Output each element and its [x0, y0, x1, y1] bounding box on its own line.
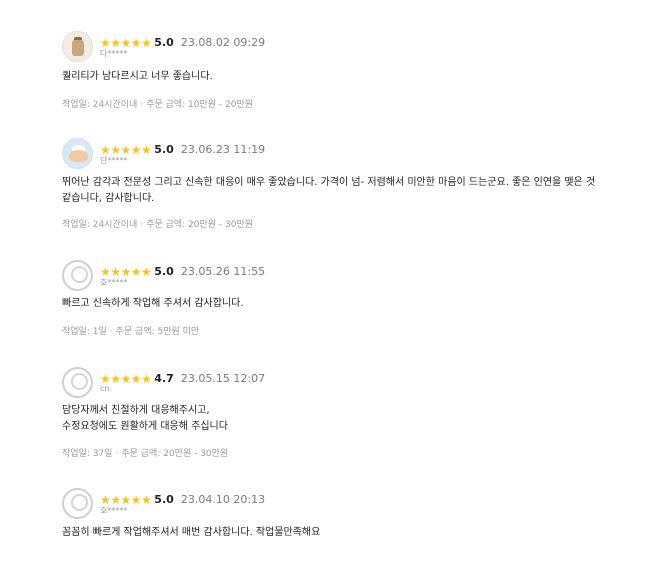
reviewer-avatar [62, 488, 93, 519]
review-date: 23.04.10 20:13 [180, 493, 266, 506]
reviewer-avatar [62, 260, 93, 291]
review-text-line: 수정요청에도 원활하게 대응해 주십니다 [62, 421, 228, 432]
meta-separator: · [115, 449, 119, 459]
rating-score: 5.0 [154, 143, 174, 156]
rating-score: 5.0 [154, 493, 174, 506]
review-date: 23.06.23 11:19 [180, 143, 266, 156]
review-text-line: 꼼꼼히 빠르게 작업해주셔서 매번 감사합니다. 작업물만족해요 [62, 527, 321, 538]
review-text-line: 같습니다, 감사합니다. [62, 193, 155, 204]
reviewer-name: 다***** [100, 49, 128, 58]
review-meta: 작업일: 24시간이내 · 주문 금액: 10만원 - 20만원 [62, 97, 253, 110]
review-text: 꼼꼼히 빠르게 작업해주셔서 매번 감사합니다. 작업물만족해요 [62, 525, 320, 541]
review-date: 23.08.02 09:29 [180, 36, 266, 49]
reviewer-avatar [62, 367, 93, 398]
review-text: 퀄리티가 남다르시고 너무 좋습니다. [62, 69, 213, 85]
reviewer-avatar [62, 138, 93, 169]
order-amount: 주문 금액: 20만원 - 30만원 [121, 449, 229, 459]
work-period: 작업일: 24시간이내 [62, 220, 138, 230]
review-meta: 작업일: 1일 · 주문 금액: 5만원 미만 [62, 324, 199, 337]
meta-separator: · [109, 327, 113, 337]
rating-score: 5.0 [154, 36, 174, 49]
review-text-line: 뛰어난 감각과 전문성 그리고 신속한 대응이 매우 좋았습니다. 가격이 넘-… [62, 177, 596, 188]
reviewer-name: cn [100, 384, 110, 393]
review-text: 담당자께서 친절하게 대응해주시고, 수정요청에도 원활하게 대응해 주십니다 [62, 403, 228, 435]
order-amount: 주문 금액: 10만원 - 20만원 [146, 100, 254, 110]
meta-separator: · [140, 220, 144, 230]
review-text-line: 퀄리티가 남다르시고 너무 좋습니다. [62, 71, 213, 82]
meta-separator: · [140, 100, 144, 110]
reviewer-name: 호***** [100, 278, 128, 287]
review-meta: 작업일: 24시간이내 · 주문 금액: 20만원 - 30만원 [62, 217, 253, 230]
reviewer-name: 단***** [100, 156, 128, 165]
rating-score: 4.7 [154, 372, 174, 385]
order-amount: 주문 금액: 20만원 - 30만원 [146, 220, 254, 230]
review-text: 뛰어난 감각과 전문성 그리고 신속한 대응이 매우 좋았습니다. 가격이 넘-… [62, 175, 595, 207]
work-period: 작업일: 24시간이내 [62, 100, 138, 110]
review-date: 23.05.15 12:07 [180, 372, 266, 385]
work-period: 작업일: 37일 [62, 449, 113, 459]
review-text-line: 담당자께서 친절하게 대응해주시고, [62, 405, 210, 416]
review-date: 23.05.26 11:55 [180, 265, 266, 278]
review-text: 빠르고 신속하게 작업해 주셔서 감사합니다. [62, 296, 244, 312]
review-text-line: 빠르고 신속하게 작업해 주셔서 감사합니다. [62, 298, 244, 309]
reviewer-name: 호***** [100, 506, 128, 515]
rating-score: 5.0 [154, 265, 174, 278]
work-period: 작업일: 1일 [62, 327, 107, 337]
review-header: ★★★★★ 4.7 23.05.15 12:07 [100, 368, 265, 387]
reviewer-avatar [62, 31, 93, 62]
review-meta: 작업일: 37일 · 주문 금액: 20만원 - 30만원 [62, 446, 228, 459]
order-amount: 주문 금액: 5만원 미만 [115, 327, 200, 337]
